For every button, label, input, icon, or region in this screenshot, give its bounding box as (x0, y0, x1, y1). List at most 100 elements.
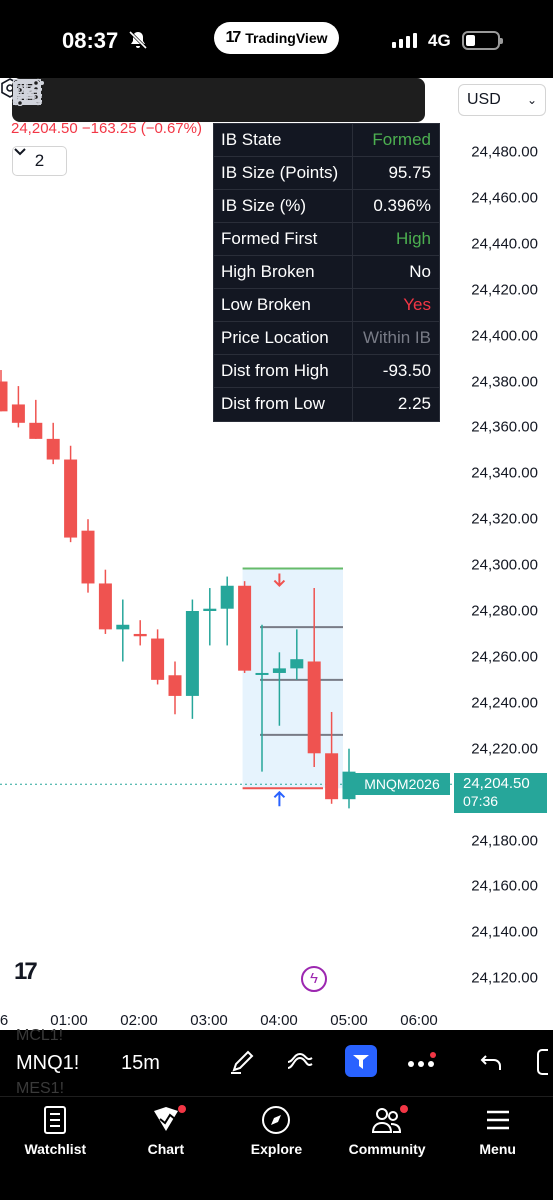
community-notification-dot (399, 1105, 408, 1113)
price-axis-label: 24,300.00 (471, 556, 538, 574)
nav-chart[interactable]: Chart (111, 1097, 222, 1200)
fib-tool-icon[interactable] (14, 78, 367, 122)
candle-body (0, 381, 8, 412)
time-axis-label: 6 (0, 1012, 9, 1029)
hamburger-icon (486, 1110, 509, 1130)
text-tool-icon[interactable] (15, 78, 273, 122)
chevron-down-icon (14, 148, 26, 156)
ib-table-row: Price Location Within IB (214, 322, 439, 355)
ib-table-row: IB Size (%) 0.396% (214, 190, 439, 223)
price-axis-label: 24,460.00 (471, 189, 538, 207)
ib-table-row: IB Size (Points) 95.75 (214, 157, 439, 190)
ib-table-value: 2.25 (397, 394, 431, 413)
nav-explore[interactable]: Explore (221, 1097, 332, 1200)
horizontal-lines-tool-icon[interactable] (14, 78, 320, 122)
candle-body (64, 459, 78, 538)
fullscreen-icon[interactable] (536, 1048, 553, 1076)
collapse-indicators-button[interactable]: 2 (12, 146, 67, 176)
ib-table-key: Dist from Low (214, 388, 353, 421)
community-icon (372, 1108, 402, 1133)
signal-icon (392, 33, 417, 48)
rectangle-tool-icon[interactable] (12, 78, 226, 122)
candle-body (151, 638, 165, 680)
symbol-ghost-above[interactable]: MCL1! (16, 1027, 63, 1045)
chart-area[interactable]: ⠿ USD ⌄ 24,204.50 −163.25 (−0.67%) (0, 78, 553, 1030)
line-tool-icon[interactable] (12, 78, 179, 122)
price-axis-label: 24,420.00 (471, 281, 538, 299)
watchlist-icon (44, 1106, 67, 1134)
ib-table-value: 0.396% (373, 196, 431, 215)
ib-table-key: High Broken (214, 256, 353, 288)
ib-table-key: Formed First (214, 223, 353, 255)
price-axis-label: 24,160.00 (471, 877, 538, 895)
indicators-icon[interactable] (286, 1048, 316, 1076)
price-axis-label: 24,400.00 (471, 327, 538, 345)
ib-table-value: High (396, 229, 431, 248)
ib-table-row: Low Broken Yes (214, 289, 439, 322)
ib-table-key: Low Broken (214, 289, 353, 321)
candle-body (98, 583, 112, 630)
bell-muted-icon (128, 30, 148, 50)
candle-body (255, 672, 269, 675)
price-axis-label: 24,480.00 (471, 143, 538, 161)
nav-menu[interactable]: Menu (442, 1097, 553, 1200)
grid-tool-icon[interactable] (13, 78, 132, 122)
time-axis-label: 02:00 (120, 1012, 158, 1029)
ib-table-row: Dist from High -93.50 (214, 355, 439, 388)
chevron-down-icon: ⌄ (526, 93, 537, 107)
clock: 08:37 (62, 28, 119, 53)
bar-countdown: 07:36 (463, 793, 499, 809)
price-axis-label: 24,320.00 (471, 510, 538, 528)
battery-icon (462, 31, 503, 50)
ib-table-row: IB State Formed (214, 124, 439, 157)
candle-body (29, 422, 43, 439)
pen-icon[interactable] (228, 1048, 256, 1076)
symbol-bar: MCL1! MNQ1! MES1! 15m (0, 1027, 553, 1097)
candle-body (11, 404, 25, 423)
ib-table-key: Price Location (214, 322, 353, 354)
app-pill[interactable]: 17 TradingView (214, 22, 339, 54)
price-axis-label: 24,280.00 (471, 602, 538, 620)
candle-body (290, 659, 304, 669)
price-axis-label: 24,240.00 (471, 694, 538, 712)
undo-icon[interactable] (480, 1052, 504, 1074)
ib-table-key: IB Size (Points) (214, 157, 353, 189)
ib-table-value: Formed (372, 130, 431, 149)
ib-table-key: Dist from High (214, 355, 353, 387)
ib-table-key: IB Size (%) (214, 190, 353, 222)
currency-select[interactable]: USD ⌄ (458, 84, 546, 116)
time-axis-label: 03:00 (190, 1012, 228, 1029)
bottom-nav: Watchlist Chart Explore Community Menu (0, 1096, 553, 1200)
nav-watchlist[interactable]: Watchlist (0, 1097, 111, 1200)
candle-body (116, 624, 130, 630)
compass-icon (262, 1106, 291, 1134)
time-axis-label: 06:00 (400, 1012, 438, 1029)
trend-path-tool-icon[interactable] (12, 78, 85, 122)
ib-table-value: Yes (403, 295, 431, 314)
ib-table-row: Formed First High (214, 223, 439, 256)
candle-body (185, 611, 199, 696)
pitchfork-tool-icon[interactable] (14, 78, 414, 122)
ib-table-value: -93.50 (382, 361, 431, 380)
ib-table-value: 95.75 (388, 163, 431, 182)
time-axis-label: 05:00 (330, 1012, 368, 1029)
ib-table-value: No (409, 262, 431, 281)
time-axis-label: 04:00 (260, 1012, 298, 1029)
more-options-icon[interactable] (407, 1052, 437, 1077)
price-axis-label: 24,440.00 (471, 235, 538, 253)
candle-body (220, 585, 234, 609)
interval-picker[interactable]: 15m (121, 1052, 160, 1075)
price-axis-label: 24,360.00 (471, 418, 538, 436)
ib-table-row: Dist from Low 2.25 (214, 388, 439, 421)
tradingview-watermark-icon[interactable]: 17 (14, 958, 38, 986)
symbol-picker[interactable]: MNQ1! (16, 1052, 79, 1075)
ib-low-arrow (273, 790, 286, 807)
price-axis-label: 24,120.00 (471, 969, 538, 987)
candle-body (46, 438, 60, 460)
candle-body (168, 675, 182, 696)
nav-community[interactable]: Community (332, 1097, 443, 1200)
last-price-tag: 24,204.50 07:36 (454, 773, 547, 813)
lightning-icon[interactable]: ϟ (301, 966, 327, 992)
layouts-icon[interactable] (345, 1045, 377, 1077)
candle-body (203, 608, 217, 611)
